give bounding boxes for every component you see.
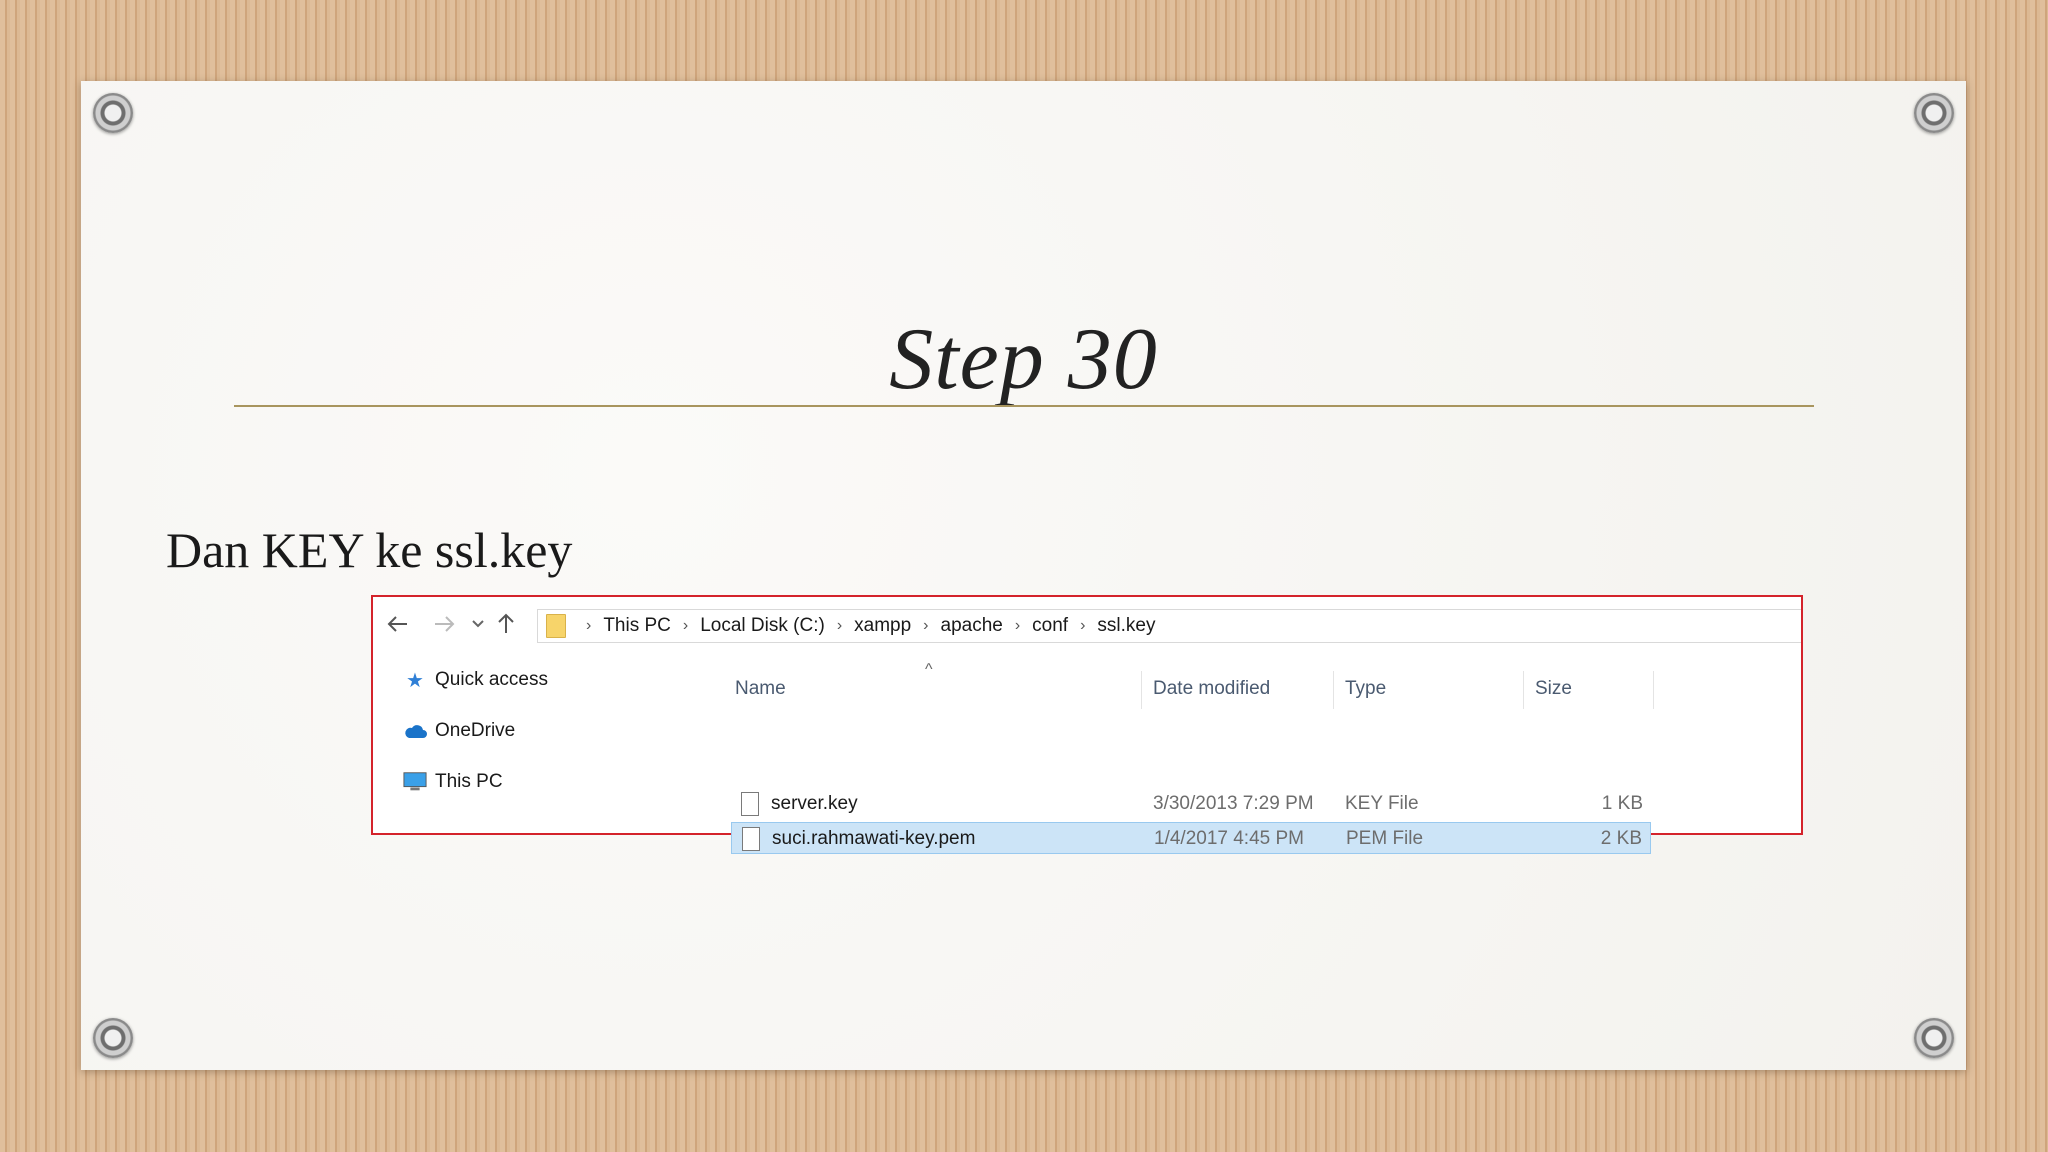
column-divider[interactable] (1333, 671, 1334, 709)
breadcrumb-apache[interactable]: apache (941, 615, 1003, 637)
arrow-left-icon (387, 616, 407, 632)
breadcrumb-xampp[interactable]: xampp (854, 615, 911, 637)
sidebar-item-label: OneDrive (435, 720, 516, 741)
file-explorer-screenshot: › This PC › Local Disk (C:) › xampp › ap… (371, 595, 1803, 854)
chevron-right-icon: › (836, 617, 843, 634)
back-button[interactable] (383, 609, 413, 639)
navigation-bar: › This PC › Local Disk (C:) › xampp › ap… (373, 605, 1801, 643)
file-date: 3/30/2013 7:29 PM (1153, 793, 1314, 814)
column-header-date-modified[interactable]: Date modified (1153, 669, 1270, 709)
slide-title: Step 30 (889, 311, 1158, 408)
address-bar[interactable]: › This PC › Local Disk (C:) › xampp › ap… (537, 609, 1801, 643)
chevron-right-icon: › (682, 617, 689, 634)
file-type: PEM File (1346, 828, 1424, 849)
column-header-size[interactable]: Size (1535, 669, 1572, 709)
up-button[interactable] (491, 609, 521, 639)
column-divider[interactable] (1141, 671, 1142, 709)
breadcrumb-ssl-key[interactable]: ssl.key (1097, 615, 1155, 637)
breadcrumb-this-pc[interactable]: This PC (603, 615, 671, 637)
sidebar-item-this-pc[interactable]: This PC (403, 771, 503, 793)
slide: Step 30 Dan KEY ke ssl.key (81, 81, 1966, 1070)
chevron-down-icon (472, 620, 484, 628)
cloud-icon (403, 720, 427, 742)
grommet-icon (93, 1018, 133, 1058)
column-header-name[interactable]: Name (735, 669, 786, 709)
computer-icon (403, 771, 427, 793)
column-divider[interactable] (1523, 671, 1524, 709)
chevron-right-icon: › (923, 617, 929, 634)
grommet-icon (1914, 1018, 1954, 1058)
file-name: server.key (771, 793, 858, 814)
folder-icon (546, 614, 566, 638)
file-icon (742, 827, 760, 851)
file-size: 1 KB (1601, 793, 1643, 814)
sidebar-item-onedrive[interactable]: OneDrive (403, 720, 515, 742)
column-header-type[interactable]: Type (1345, 669, 1386, 709)
file-name: suci.rahmawati-key.pem (772, 828, 976, 849)
recent-locations-button[interactable] (463, 609, 493, 639)
file-icon (741, 792, 759, 816)
file-type: KEY File (1345, 793, 1419, 814)
column-headers: Name Date modified Type Size (373, 669, 1801, 709)
forward-button[interactable] (429, 609, 459, 639)
arrow-right-icon (435, 616, 455, 632)
chevron-right-icon: › (586, 617, 592, 634)
slide-body-text: Dan KEY ke ssl.key (166, 522, 573, 578)
chevron-right-icon: › (1080, 617, 1086, 634)
title-divider (234, 405, 1814, 407)
chevron-right-icon: › (1014, 617, 1021, 634)
column-divider[interactable] (1653, 671, 1654, 709)
breadcrumb-conf[interactable]: conf (1032, 615, 1068, 637)
grommet-icon (1914, 93, 1954, 133)
file-row-pem-selected[interactable]: suci.rahmawati-key.pem 1/4/2017 4:45 PM … (731, 822, 1651, 854)
sidebar-item-label: This PC (435, 771, 503, 792)
arrow-up-icon (498, 613, 514, 633)
breadcrumb-local-disk[interactable]: Local Disk (C:) (700, 615, 825, 637)
grommet-icon (93, 93, 133, 133)
file-row-server-key[interactable]: server.key 3/30/2013 7:29 PM KEY File 1 … (731, 788, 1651, 820)
file-size: 2 KB (1600, 828, 1642, 849)
file-date: 1/4/2017 4:45 PM (1154, 828, 1304, 849)
